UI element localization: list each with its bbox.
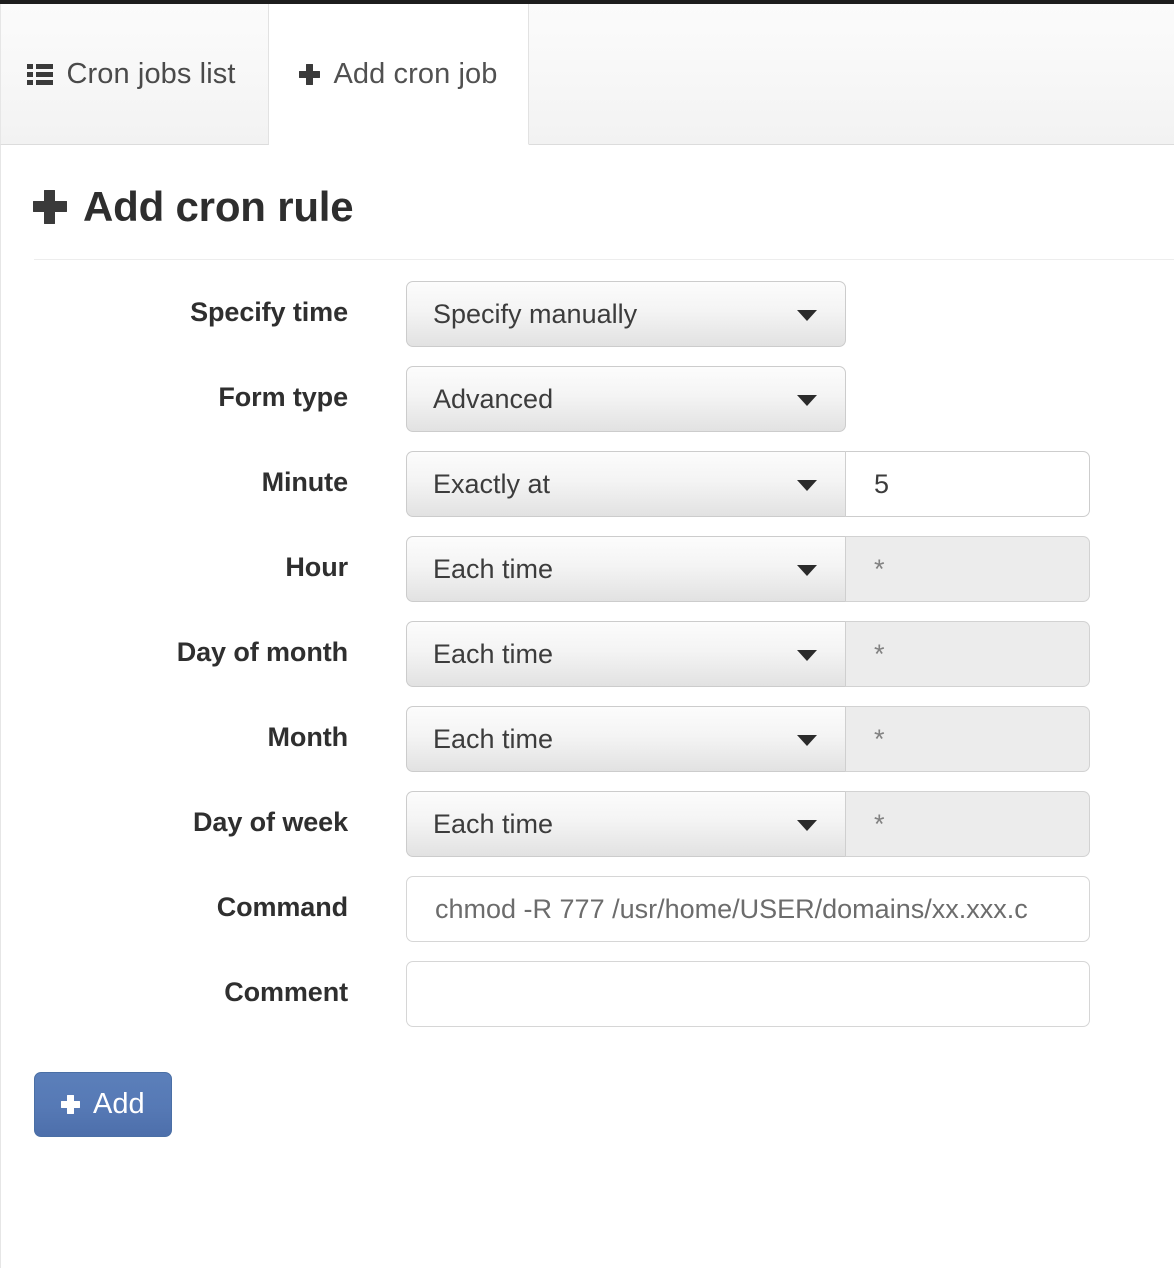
field-label: Day of week xyxy=(193,807,348,837)
day-of-month-value-input: * xyxy=(846,621,1090,687)
command-input-value: chmod -R 777 /usr/home/USER/domains/xx.x… xyxy=(435,893,1028,924)
tab-bar: Cron jobs list Add cron job xyxy=(0,4,1174,145)
field-label: Month xyxy=(267,722,349,752)
form-row-month: Month Each time * xyxy=(1,706,1174,772)
day-of-week-select[interactable]: Each time xyxy=(406,791,846,857)
select-value: Each time xyxy=(433,553,554,584)
field-label: Specify time xyxy=(190,297,348,327)
page-title: Add cron rule xyxy=(1,145,1174,231)
chevron-down-icon xyxy=(797,735,817,746)
field-label: Minute xyxy=(261,467,348,497)
chevron-down-icon xyxy=(797,820,817,831)
add-button[interactable]: Add xyxy=(34,1072,172,1137)
field-label: Form type xyxy=(218,382,348,412)
month-value-input: * xyxy=(846,706,1090,772)
day-of-week-value-input: * xyxy=(846,791,1090,857)
page-title-text: Add cron rule xyxy=(83,183,354,230)
field-label: Day of month xyxy=(176,637,348,667)
chevron-down-icon xyxy=(797,310,817,321)
tab-add-cron-job[interactable]: Add cron job xyxy=(269,4,529,145)
day-of-month-select[interactable]: Each time xyxy=(406,621,846,687)
border-gap-2 xyxy=(1,935,4,943)
field-label: Comment xyxy=(224,977,348,1007)
chevron-down-icon xyxy=(797,565,817,576)
plus-icon xyxy=(61,1095,80,1114)
select-value: Each time xyxy=(433,638,554,669)
minute-value-input[interactable]: 5 xyxy=(846,451,1090,517)
select-value: Specify manually xyxy=(433,298,638,329)
form-type-select[interactable]: Advanced xyxy=(406,366,846,432)
month-select[interactable]: Each time xyxy=(406,706,846,772)
form-row-comment: Comment xyxy=(1,961,1174,1027)
form-row-day-of-week: Day of week Each time * xyxy=(1,791,1174,857)
specify-time-select[interactable]: Specify manually xyxy=(406,281,846,347)
plus-icon xyxy=(33,190,67,224)
chevron-down-icon xyxy=(797,650,817,661)
form-row-form-type: Form type Advanced xyxy=(1,366,1174,432)
form-row-day-of-month: Day of month Each time * xyxy=(1,621,1174,687)
tab-label: Add cron job xyxy=(333,57,498,90)
add-cron-form: Specify time Specify manually Form type … xyxy=(1,260,1174,1027)
field-label: Hour xyxy=(285,552,348,582)
chevron-down-icon xyxy=(797,480,817,491)
select-value: Advanced xyxy=(433,383,554,414)
command-input[interactable]: chmod -R 777 /usr/home/USER/domains/xx.x… xyxy=(406,876,1090,942)
tab-cron-jobs-list[interactable]: Cron jobs list xyxy=(0,4,269,145)
tab-bar-filler xyxy=(529,4,1174,145)
select-value: Each time xyxy=(433,808,554,839)
form-row-hour: Hour Each time * xyxy=(1,536,1174,602)
form-row-specify-time: Specify time Specify manually xyxy=(1,281,1174,347)
form-row-command: Command chmod -R 777 /usr/home/USER/doma… xyxy=(1,876,1174,942)
border-gap xyxy=(1,889,4,929)
form-actions: Add xyxy=(1,1046,1174,1137)
hour-select[interactable]: Each time xyxy=(406,536,846,602)
comment-input[interactable] xyxy=(406,961,1090,1027)
field-label: Command xyxy=(216,892,348,922)
chevron-down-icon xyxy=(797,395,817,406)
page-content: Add cron rule Specify time Specify manua… xyxy=(0,145,1174,1268)
hour-value-input: * xyxy=(846,536,1090,602)
select-value: Each time xyxy=(433,723,554,754)
tab-label: Cron jobs list xyxy=(66,57,236,90)
minute-select[interactable]: Exactly at xyxy=(406,451,846,517)
add-button-label: Add xyxy=(93,1088,145,1120)
plus-icon xyxy=(299,63,321,85)
form-row-minute: Minute Exactly at 5 xyxy=(1,451,1174,517)
list-icon xyxy=(27,63,54,85)
select-value: Exactly at xyxy=(433,468,551,499)
